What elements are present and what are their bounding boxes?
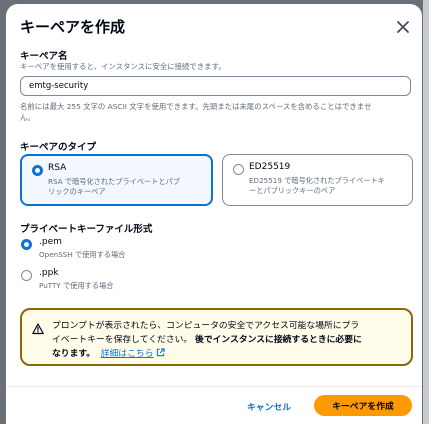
key-type-rsa-title: RSA: [48, 163, 67, 173]
alert-line2-bold: 後でインスタンスに接続するときに必要に: [195, 335, 362, 345]
close-icon: [397, 21, 409, 33]
key-name-description: キーペアを使用すると、インスタンスに安全に接続できます。: [20, 62, 226, 71]
key-name-hint-line1: 名前には最大 255 文字の ASCII 文字を使用できます。先頭または末尾のス…: [20, 102, 372, 111]
alert-line3: なります。 詳細はこちら: [52, 347, 402, 361]
alert-line1: プロンプトが表示されたら、コンピュータの安全でアクセス可能な場所にプラ: [52, 321, 360, 331]
learn-more-link[interactable]: 詳細はこちら: [101, 349, 154, 359]
format-pem-desc: OpenSSH で使用する場合: [39, 250, 126, 259]
key-type-rsa-desc-line1: RSA で暗号化されたプライベートとパブ: [48, 177, 180, 186]
file-format-label: プライベートキーファイル形式: [20, 224, 153, 235]
radio-ed25519[interactable]: [233, 164, 244, 175]
key-type-ed25519-desc-line2: ーとパブリックキーのペア: [249, 186, 336, 195]
dialog-title: キーペアを作成: [20, 18, 126, 36]
create-key-pair-button[interactable]: キーペアを作成: [314, 395, 412, 416]
warning-alert-text: プロンプトが表示されたら、コンピュータの安全でアクセス可能な場所にプラ イベート…: [52, 319, 402, 361]
background-scroll-strip: [423, 0, 429, 424]
dialog-header: キーペアを作成: [6, 4, 422, 46]
dialog-footer: キャンセル キーペアを作成: [6, 386, 422, 424]
radio-rsa[interactable]: [32, 165, 43, 176]
alert-line2: イベートキーを保存してください。 後でインスタンスに接続するときに必要に: [52, 333, 402, 347]
key-type-ed25519-title: ED25519: [249, 162, 291, 172]
cancel-button[interactable]: キャンセル: [234, 396, 304, 416]
external-link-icon[interactable]: [156, 348, 165, 357]
key-name-input[interactable]: [20, 76, 411, 96]
format-pem-title: .pem: [39, 237, 62, 247]
radio-pem[interactable]: [21, 239, 32, 250]
format-ppk-desc: PuTTY で使用する場合: [39, 281, 114, 290]
format-ppk-title: .ppk: [39, 268, 59, 278]
key-type-tile-rsa[interactable]: RSA RSA で暗号化されたプライベートとパブ リックのキーペア: [20, 154, 213, 206]
alert-line2-plain: イベートキーを保存してください。: [52, 335, 193, 345]
warning-icon: [32, 323, 44, 335]
key-type-tile-ed25519[interactable]: ED25519 ED25519 で暗号化されたプライベートキ ーとパブリックキー…: [222, 154, 413, 206]
create-key-pair-dialog: キーペアを作成 キーペア名 キーペアを使用すると、インスタンスに安全に接続できま…: [6, 4, 422, 424]
key-name-label: キーペア名: [20, 51, 68, 62]
key-type-label: キーペアのタイプ: [20, 142, 97, 153]
alert-line3-bold: なります。: [52, 349, 96, 359]
key-type-ed25519-desc-line1: ED25519 で暗号化されたプライベートキ: [249, 176, 385, 185]
key-name-hint-line2: ん。: [20, 113, 35, 122]
warning-alert: プロンプトが表示されたら、コンピュータの安全でアクセス可能な場所にプラ イベート…: [20, 308, 413, 366]
close-button[interactable]: [392, 16, 414, 38]
key-type-rsa-desc-line2: リックのキーペア: [48, 187, 106, 196]
radio-ppk[interactable]: [21, 270, 32, 281]
